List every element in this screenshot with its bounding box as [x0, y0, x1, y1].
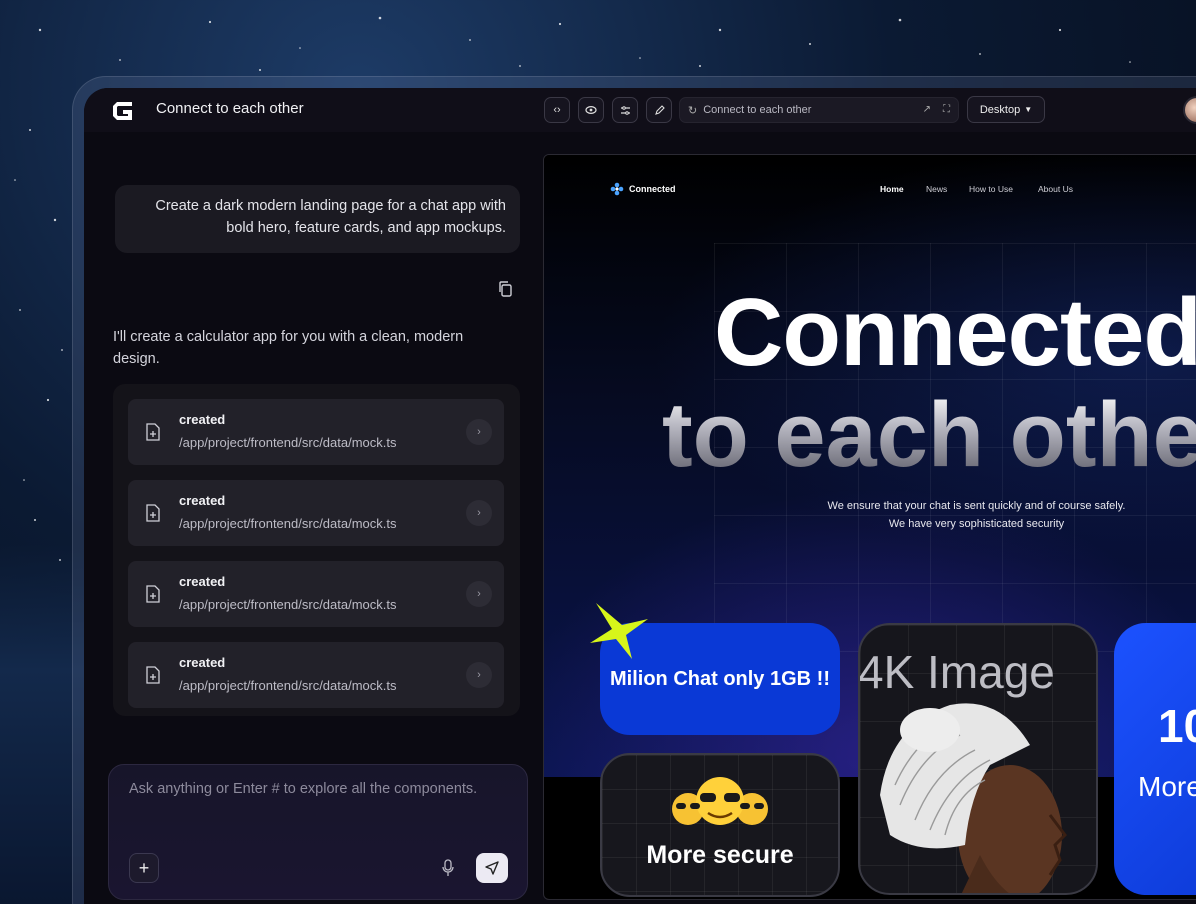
eye-icon	[585, 105, 597, 115]
app-logo-icon	[113, 102, 132, 120]
url-bar[interactable]: ↻ Connect to each other ↗ ⛶	[679, 97, 959, 123]
file-item[interactable]: created /app/project/frontend/src/data/m…	[128, 399, 504, 465]
site-preview: Connected Home News How to Use About Us …	[543, 154, 1196, 900]
nav-about-us[interactable]: About Us	[1038, 184, 1073, 194]
feature-card-secure: More secure	[600, 753, 840, 897]
plus-icon: +	[138, 857, 150, 878]
portrait-image	[880, 703, 1067, 893]
send-icon	[485, 861, 499, 875]
sparkle-star-icon	[590, 603, 648, 659]
assistant-message: I'll create a calculator app for you wit…	[113, 329, 464, 367]
refresh-icon[interactable]: ↻	[688, 104, 697, 117]
file-path: /app/project/frontend/src/data/mock.ts	[179, 678, 397, 693]
chevron-down-icon: ▼	[1024, 105, 1033, 114]
open-external-icon[interactable]: ↗	[923, 104, 931, 115]
file-path: /app/project/frontend/src/data/mock.ts	[179, 435, 397, 450]
chevron-right-icon[interactable]: ›	[466, 500, 492, 526]
file-changes-list: created /app/project/frontend/src/data/m…	[113, 384, 520, 716]
fullscreen-icon[interactable]: ⛶	[943, 104, 950, 115]
avatar[interactable]	[1183, 96, 1196, 124]
file-path: /app/project/frontend/src/data/mock.ts	[179, 597, 397, 612]
code-icon: ‹›	[553, 104, 561, 116]
hero-subtitle-line2: We have very sophisticated security	[888, 518, 1065, 530]
file-item[interactable]: created /app/project/frontend/src/data/m…	[128, 480, 504, 546]
sunglasses-emoji-icon	[672, 777, 768, 825]
feature-card-right-label: More	[1138, 771, 1196, 802]
file-add-icon	[146, 423, 160, 441]
top-bar: Connect to each other ‹› ↻ Connect to ea…	[84, 88, 1196, 132]
device-select-label: Desktop	[979, 103, 1021, 116]
preview-button[interactable]	[578, 97, 604, 123]
chat-composer[interactable]: Ask anything or Enter # to explore all t…	[108, 764, 528, 900]
nav-home[interactable]: Home	[880, 184, 904, 194]
sliders-icon	[620, 105, 630, 115]
file-item[interactable]: created /app/project/frontend/src/data/m…	[128, 642, 504, 708]
hero-title-line1: Connected	[714, 279, 1196, 386]
feature-card-4k: 4K Image	[858, 623, 1098, 895]
chat-panel: Create a dark modern landing page for a …	[84, 132, 534, 904]
file-status: created	[179, 574, 226, 589]
feature-card-right: 10 More	[1114, 623, 1196, 895]
code-view-button[interactable]: ‹›	[544, 97, 570, 123]
edit-button[interactable]	[646, 97, 672, 123]
file-path: /app/project/frontend/src/data/mock.ts	[179, 516, 397, 531]
app-title: Connect to each other	[156, 100, 304, 117]
chevron-right-icon[interactable]: ›	[466, 581, 492, 607]
hero-subtitle-line1: We ensure that your chat is sent quickly…	[827, 500, 1126, 512]
microphone-icon[interactable]	[441, 859, 455, 877]
pen-icon	[654, 104, 665, 115]
file-status: created	[179, 493, 226, 508]
file-add-icon	[146, 585, 160, 603]
file-item[interactable]: created /app/project/frontend/src/data/m…	[128, 561, 504, 627]
hero-title-line2: to each other	[662, 389, 1196, 481]
url-text: Connect to each other	[703, 104, 812, 116]
chevron-right-icon[interactable]: ›	[466, 662, 492, 688]
nav-how-to-use[interactable]: How to Use	[969, 184, 1013, 194]
nav-news[interactable]: News	[926, 184, 947, 194]
brand-name: Connected	[629, 184, 676, 194]
file-add-icon	[146, 504, 160, 522]
hero-subtitle: We ensure that your chat is sent quickly…	[744, 497, 1196, 533]
file-status: created	[179, 655, 226, 670]
user-message: Create a dark modern landing page for a …	[115, 185, 520, 253]
file-add-icon	[146, 666, 160, 684]
app-window: Connect to each other ‹› ↻ Connect to ea…	[84, 88, 1196, 904]
composer-input[interactable]: Ask anything or Enter # to explore all t…	[129, 781, 477, 797]
chevron-right-icon[interactable]: ›	[466, 419, 492, 445]
brand-logo-icon	[610, 182, 624, 196]
file-status: created	[179, 412, 226, 427]
feature-card-secure-label: More secure	[646, 841, 794, 869]
feature-card-right-number: 10	[1158, 700, 1196, 752]
add-attachment-button[interactable]: +	[129, 853, 159, 883]
settings-button[interactable]	[612, 97, 638, 123]
device-select[interactable]: Desktop ▼	[967, 96, 1045, 123]
send-button[interactable]	[476, 853, 508, 883]
copy-icon[interactable]	[497, 280, 515, 298]
